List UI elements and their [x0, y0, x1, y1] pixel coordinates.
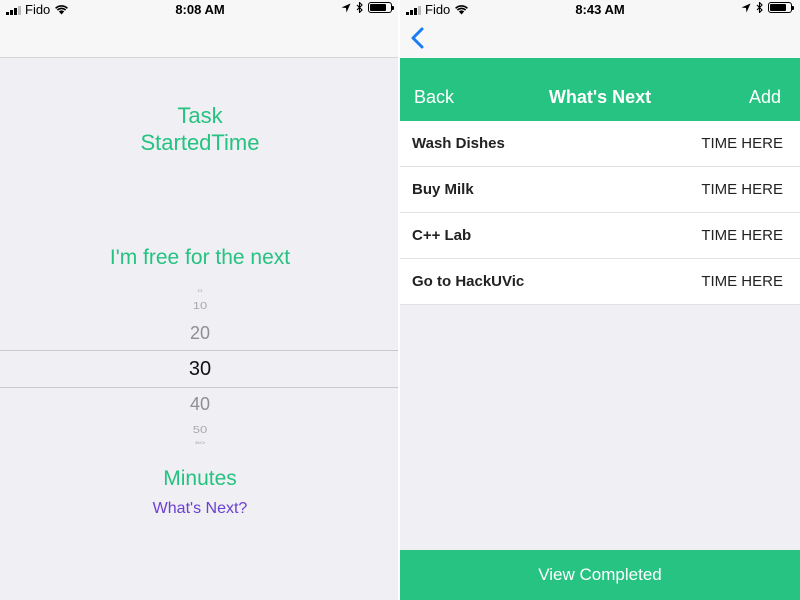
back-chevron-icon[interactable]: [408, 26, 426, 50]
picker-option[interactable]: 0: [0, 289, 400, 293]
picker-option[interactable]: 40: [0, 394, 400, 415]
free-time-label: I'm free for the next: [109, 246, 291, 269]
task-name: Wash Dishes: [412, 135, 505, 152]
nav-bar: Back What's Next Add: [400, 58, 800, 121]
picker-selection-bottom-line: [0, 387, 400, 388]
location-icon: [741, 3, 751, 12]
minutes-label: Minutes: [163, 467, 237, 490]
task-title-line1: Task: [177, 103, 223, 128]
whats-next-link[interactable]: What's Next?: [0, 500, 400, 518]
task-row[interactable]: Buy Milk TIME HERE: [400, 167, 800, 213]
left-screen: Fido 8:08 AM Task StartedTime I'm free f…: [0, 0, 400, 600]
task-time: TIME HERE: [701, 135, 783, 152]
task-row[interactable]: Go to HackUVic TIME HERE: [400, 259, 800, 305]
location-icon: [341, 3, 351, 12]
page-title: What's Next: [548, 87, 652, 107]
picker-option[interactable]: 20: [0, 323, 400, 344]
picker-option-selected[interactable]: 30: [0, 358, 400, 381]
status-right-icons: [341, 2, 394, 13]
task-name: Buy Milk: [412, 181, 474, 198]
status-time: 8:43 AM: [575, 2, 625, 17]
task-time: TIME HERE: [701, 273, 783, 290]
status-right-icons: [741, 2, 794, 13]
bluetooth-icon: [356, 2, 363, 13]
status-bar: Fido 8:43 AM: [400, 0, 800, 20]
picker-option[interactable]: 60: [0, 441, 400, 445]
add-button[interactable]: Add: [749, 87, 781, 108]
view-completed-button[interactable]: View Completed: [400, 550, 800, 600]
task-row[interactable]: Wash Dishes TIME HERE: [400, 121, 800, 167]
battery-icon: [368, 2, 394, 13]
status-bar: Fido 8:08 AM: [0, 0, 400, 20]
bluetooth-icon: [756, 2, 763, 13]
task-name: Go to HackUVic: [412, 273, 525, 290]
minutes-picker[interactable]: 0 10 20 30 40 50 60: [0, 289, 400, 446]
right-screen: Fido 8:43 AM Back What's Next Add Wash D…: [400, 0, 800, 600]
task-time: TIME HERE: [701, 227, 783, 244]
task-title-line2: StartedTime: [140, 130, 260, 155]
status-time: 8:08 AM: [175, 2, 225, 17]
picker-option[interactable]: 50: [0, 424, 400, 435]
battery-icon: [768, 2, 794, 13]
task-list: Wash Dishes TIME HERE Buy Milk TIME HERE…: [400, 121, 800, 305]
task-name: C++ Lab: [412, 227, 472, 244]
task-started-time-title: Task StartedTime: [0, 102, 400, 156]
picker-option[interactable]: 10: [0, 300, 400, 311]
picker-selection-top-line: [0, 350, 400, 351]
task-time: TIME HERE: [701, 181, 783, 198]
task-row[interactable]: C++ Lab TIME HERE: [400, 213, 800, 259]
